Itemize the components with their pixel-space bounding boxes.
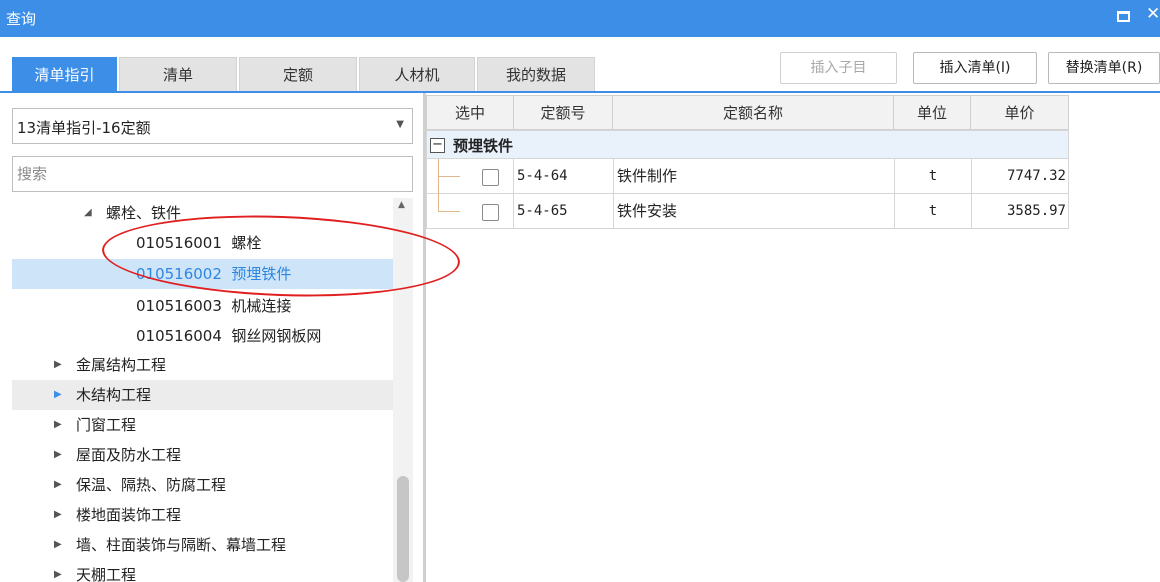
close-icon[interactable]: ✕ bbox=[1146, 4, 1160, 24]
title-bar: 查询 ✕ bbox=[0, 0, 1160, 37]
tab-my-data[interactable]: 我的数据 bbox=[477, 57, 595, 91]
row-checkbox[interactable] bbox=[482, 169, 499, 186]
tree-item-label: 屋面及防水工程 bbox=[76, 446, 182, 464]
tree-line bbox=[438, 194, 439, 212]
tab-list-guide[interactable]: 清单指引 bbox=[12, 57, 117, 91]
tree-item-ceiling[interactable]: ▶ 天棚工程 bbox=[12, 560, 393, 582]
cell-code: 5-4-65 bbox=[513, 194, 613, 228]
collapse-icon[interactable]: − bbox=[430, 138, 445, 153]
window-title: 查询 bbox=[6, 10, 37, 28]
tab-list[interactable]: 清单 bbox=[119, 57, 237, 91]
guide-tree: ◢ 螺栓、铁件 010516001 螺栓 010516002 预埋铁件 0105… bbox=[12, 198, 393, 582]
tree-item-010516002[interactable]: 010516002 预埋铁件 bbox=[12, 259, 393, 289]
tree-item-label: 门窗工程 bbox=[76, 416, 137, 434]
expand-icon[interactable]: ▶ bbox=[54, 380, 62, 410]
insert-sub-button[interactable]: 插入子目 bbox=[780, 52, 897, 84]
expand-icon[interactable]: ▶ bbox=[54, 410, 62, 440]
cell-price: 3585.97 bbox=[971, 194, 1069, 228]
cell-name: 铁件安装 bbox=[613, 194, 894, 228]
tree-item-roof-waterproof[interactable]: ▶ 屋面及防水工程 bbox=[12, 440, 393, 470]
cell-code: 5-4-64 bbox=[513, 159, 613, 193]
cell-name: 铁件制作 bbox=[613, 159, 894, 193]
maximize-icon[interactable] bbox=[1117, 11, 1130, 22]
scroll-up-icon[interactable]: ▲ bbox=[398, 200, 405, 210]
tab-underline bbox=[0, 91, 1160, 93]
tree-item-wall-decoration[interactable]: ▶ 墙、柱面装饰与隔断、幕墙工程 bbox=[12, 530, 393, 560]
tree-item-label: 010516002 预埋铁件 bbox=[136, 265, 292, 283]
cell-unit: t bbox=[894, 194, 971, 228]
collapse-icon[interactable]: ◢ bbox=[84, 198, 92, 228]
tab-quota[interactable]: 定额 bbox=[239, 57, 357, 91]
column-header-code[interactable]: 定额号 bbox=[513, 95, 613, 130]
tree-scrollbar[interactable]: ▲ bbox=[393, 198, 413, 582]
tree-line bbox=[438, 176, 460, 177]
search-input[interactable] bbox=[12, 156, 413, 192]
replace-list-button[interactable]: 替换清单(R) bbox=[1048, 52, 1160, 84]
column-header-price[interactable]: 单价 bbox=[970, 95, 1069, 130]
tree-item-010516001[interactable]: 010516001 螺栓 bbox=[12, 228, 393, 258]
tab-materials[interactable]: 人材机 bbox=[359, 57, 475, 91]
cell-unit: t bbox=[894, 159, 971, 193]
insert-list-button[interactable]: 插入清单(I) bbox=[913, 52, 1037, 84]
group-row[interactable]: − 预埋铁件 bbox=[426, 130, 1069, 159]
tree-item-metal-structure[interactable]: ▶ 金属结构工程 bbox=[12, 350, 393, 380]
tree-item-label: 螺栓、铁件 bbox=[106, 204, 182, 222]
tree-item-bolts-iron[interactable]: ◢ 螺栓、铁件 bbox=[12, 198, 393, 228]
tree-item-label: 天棚工程 bbox=[76, 566, 137, 582]
tree-item-insulation[interactable]: ▶ 保温、隔热、防腐工程 bbox=[12, 470, 393, 500]
expand-icon[interactable]: ▶ bbox=[54, 350, 62, 380]
row-checkbox[interactable] bbox=[482, 204, 499, 221]
expand-icon[interactable]: ▶ bbox=[54, 500, 62, 530]
column-header-name[interactable]: 定额名称 bbox=[612, 95, 894, 130]
tree-item-label: 墙、柱面装饰与隔断、幕墙工程 bbox=[76, 536, 287, 554]
tree-item-label: 010516003 机械连接 bbox=[136, 297, 292, 315]
table-row[interactable]: 5-4-64 铁件制作 t 7747.32 bbox=[426, 159, 1069, 194]
column-header-unit[interactable]: 单位 bbox=[893, 95, 971, 130]
column-header-select[interactable]: 选中 bbox=[426, 95, 514, 130]
tree-item-label: 010516001 螺栓 bbox=[136, 234, 262, 252]
tree-item-wood-structure[interactable]: ▶ 木结构工程 bbox=[12, 380, 393, 410]
group-name: 预埋铁件 bbox=[453, 137, 514, 155]
tree-line bbox=[438, 211, 460, 212]
tree-item-floor-decoration[interactable]: ▶ 楼地面装饰工程 bbox=[12, 500, 393, 530]
guide-library-value: 13清单指引-16定额 bbox=[17, 119, 151, 137]
guide-library-select[interactable]: 13清单指引-16定额 ▼ bbox=[12, 108, 413, 144]
expand-icon[interactable]: ▶ bbox=[54, 560, 62, 582]
cell-price: 7747.32 bbox=[971, 159, 1069, 193]
expand-icon[interactable]: ▶ bbox=[54, 440, 62, 470]
tree-item-label: 保温、隔热、防腐工程 bbox=[76, 476, 227, 494]
table-row[interactable]: 5-4-65 铁件安装 t 3585.97 bbox=[426, 194, 1069, 229]
scroll-thumb[interactable] bbox=[397, 476, 409, 582]
chevron-down-icon: ▼ bbox=[396, 119, 404, 130]
tree-item-label: 010516004 钢丝网钢板网 bbox=[136, 327, 322, 345]
tree-item-doors-windows[interactable]: ▶ 门窗工程 bbox=[12, 410, 393, 440]
tree-item-label: 木结构工程 bbox=[76, 386, 152, 404]
tree-item-label: 楼地面装饰工程 bbox=[76, 506, 182, 524]
expand-icon[interactable]: ▶ bbox=[54, 470, 62, 500]
tree-item-label: 金属结构工程 bbox=[76, 356, 167, 374]
tree-item-010516004[interactable]: 010516004 钢丝网钢板网 bbox=[12, 321, 393, 351]
tree-item-010516003[interactable]: 010516003 机械连接 bbox=[12, 291, 393, 321]
expand-icon[interactable]: ▶ bbox=[54, 530, 62, 560]
